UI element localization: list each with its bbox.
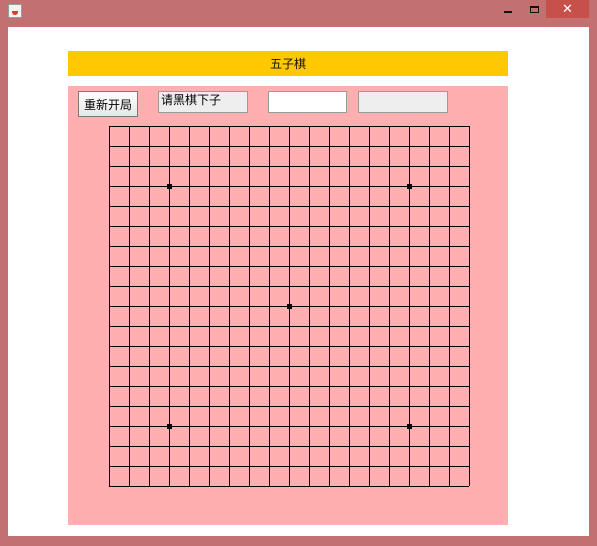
window-content: 五子棋 重新开局 请黑棋下子 <box>8 27 589 536</box>
star-point <box>407 184 412 189</box>
star-point <box>167 184 172 189</box>
maximize-button[interactable] <box>523 0 545 18</box>
java-app-icon <box>8 4 22 18</box>
gomoku-board[interactable] <box>108 125 470 487</box>
window-titlebar[interactable]: ✕ <box>0 0 597 26</box>
text-input[interactable] <box>268 91 347 113</box>
star-point <box>167 424 172 429</box>
status-field: 请黑棋下子 <box>158 91 248 113</box>
minimize-button[interactable] <box>498 0 518 18</box>
close-icon: ✕ <box>562 1 573 17</box>
game-panel: 重新开局 请黑棋下子 <box>68 86 508 525</box>
star-point <box>407 424 412 429</box>
close-button[interactable]: ✕ <box>546 0 589 18</box>
game-title-bar: 五子棋 <box>68 51 508 76</box>
game-title: 五子棋 <box>269 57 306 71</box>
star-point <box>287 304 292 309</box>
restart-button[interactable]: 重新开局 <box>78 91 138 117</box>
readonly-field <box>358 91 448 113</box>
